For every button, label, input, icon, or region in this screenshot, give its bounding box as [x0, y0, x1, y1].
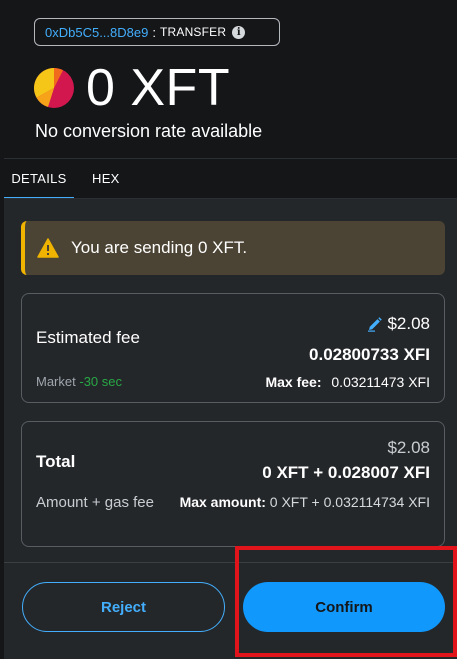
conversion-rate: No conversion rate available — [35, 121, 263, 141]
warning-icon — [37, 238, 59, 258]
warning-text: You are sending 0 XFT. — [71, 238, 248, 257]
reject-button[interactable]: Reject — [22, 582, 225, 632]
market-time: -30 sec — [79, 374, 122, 389]
details-panel: You are sending 0 XFT. Estimated fee $2.… — [4, 198, 457, 562]
market-label: Market — [36, 374, 76, 389]
token-amount-row: 0 XFT — [34, 62, 230, 114]
max-amount: Max amount: 0 XFT + 0.032114734 XFI — [160, 490, 430, 515]
max-fee-label: Max fee: — [265, 374, 322, 390]
total-amount: 0 XFT + 0.028007 XFI — [262, 463, 430, 482]
contract-address-chip[interactable]: 0xDb5C5...8D8e9 : TRANSFER i — [34, 18, 280, 46]
total-usd: $2.08 — [387, 438, 430, 457]
fee-usd-value: $2.08 — [387, 314, 430, 333]
total-label: Total — [36, 452, 76, 471]
estimated-fee-label: Estimated fee — [36, 328, 140, 347]
action-footer: Reject Confirm — [4, 562, 457, 659]
contract-address[interactable]: 0xDb5C5...8D8e9 — [45, 25, 148, 40]
confirm-button[interactable]: Confirm — [243, 582, 445, 632]
amount-plus-gas-label: Amount + gas fee — [36, 494, 154, 511]
fee-amount: 0.02800733 XFI — [309, 345, 430, 364]
info-icon[interactable]: i — [232, 25, 246, 39]
pencil-icon[interactable] — [367, 316, 383, 332]
method-name: TRANSFER — [159, 25, 227, 39]
token-pie-icon — [34, 68, 74, 108]
fee-usd: $2.08 — [367, 314, 430, 334]
send-amount: 0 XFT — [86, 59, 231, 117]
total-card: Total $2.08 0 XFT + 0.028007 XFI Amount … — [21, 421, 445, 547]
warning-banner: You are sending 0 XFT. — [21, 221, 445, 275]
tab-bar: DETAILS HEX — [4, 158, 457, 199]
estimated-fee-card: Estimated fee $2.08 0.02800733 XFI Marke… — [21, 293, 445, 403]
max-fee-value: 0.03211473 XFI — [331, 374, 430, 390]
address-separator: : — [152, 24, 156, 40]
max-fee: Max fee: 0.03211473 XFI — [265, 374, 430, 390]
transaction-header: 0xDb5C5...8D8e9 : TRANSFER i 0 XFT No co… — [4, 0, 457, 158]
tab-details[interactable]: DETAILS — [4, 159, 74, 199]
market-speed: Market -30 sec — [36, 374, 122, 389]
tab-hex[interactable]: HEX — [92, 159, 120, 199]
max-amount-label: Max amount: — [179, 494, 266, 510]
max-amount-value: 0 XFT + 0.032114734 XFI — [269, 494, 430, 510]
